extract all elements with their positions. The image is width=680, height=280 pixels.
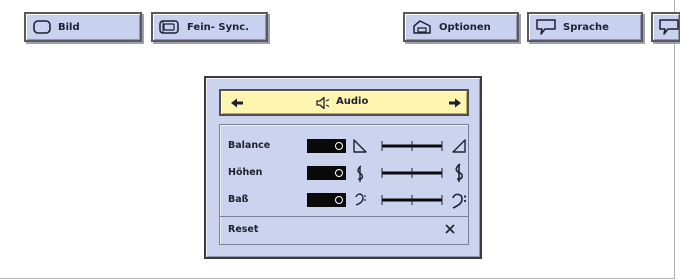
setting-row-hoehen[interactable]: Höhen bbox=[220, 163, 468, 184]
tab-bild[interactable]: Bild bbox=[24, 12, 142, 42]
tab-fein-sync[interactable]: Fein- Sync. bbox=[151, 12, 268, 42]
tab-sprache[interactable]: Sprache bbox=[527, 12, 643, 42]
arrow-left-icon[interactable] bbox=[230, 98, 244, 108]
treble-clef-icon bbox=[455, 163, 463, 182]
tab-label: Bild bbox=[58, 21, 80, 33]
fine-sync-icon bbox=[159, 20, 179, 34]
close-icon[interactable] bbox=[444, 223, 456, 235]
balance-left-icon bbox=[353, 139, 367, 153]
monitor-icon bbox=[33, 20, 51, 34]
audio-settings-panel: Balance Höhen Baß Reset bbox=[219, 124, 469, 245]
bass-clef-icon bbox=[355, 193, 366, 206]
arrow-right-icon[interactable] bbox=[448, 98, 462, 108]
tab-label: Sprache bbox=[563, 21, 609, 33]
partial-tab-icon bbox=[659, 19, 679, 35]
bass-clef-icon bbox=[452, 193, 467, 209]
tab-label: Fein- Sync. bbox=[187, 21, 249, 33]
balance-slider[interactable] bbox=[380, 138, 444, 154]
tab-partial[interactable] bbox=[651, 12, 680, 42]
reset-label[interactable]: Reset bbox=[228, 224, 258, 235]
setting-label: Balance bbox=[228, 140, 271, 151]
value-display[interactable] bbox=[307, 193, 346, 207]
menu-header: Audio bbox=[219, 89, 469, 116]
speech-bubble-icon bbox=[536, 19, 556, 35]
setting-label: Baß bbox=[228, 194, 249, 205]
setting-row-bass[interactable]: Baß bbox=[220, 191, 468, 211]
bass-slider[interactable] bbox=[380, 192, 444, 208]
menu-title: Audio bbox=[336, 96, 369, 107]
value-display[interactable] bbox=[307, 139, 346, 153]
value-display[interactable] bbox=[307, 166, 346, 180]
audio-menu: Audio Balance Höhen Baß Reset bbox=[204, 76, 482, 259]
treble-clef-icon bbox=[357, 165, 364, 182]
setting-row-balance[interactable]: Balance bbox=[220, 137, 468, 157]
tab-label: Optionen bbox=[439, 21, 491, 33]
balance-right-icon bbox=[452, 139, 466, 153]
tab-optionen[interactable]: Optionen bbox=[403, 12, 519, 42]
setting-label: Höhen bbox=[228, 167, 263, 178]
treble-slider[interactable] bbox=[380, 165, 444, 181]
options-icon bbox=[413, 20, 431, 34]
panel-divider bbox=[220, 216, 468, 217]
speaker-icon bbox=[316, 96, 330, 110]
